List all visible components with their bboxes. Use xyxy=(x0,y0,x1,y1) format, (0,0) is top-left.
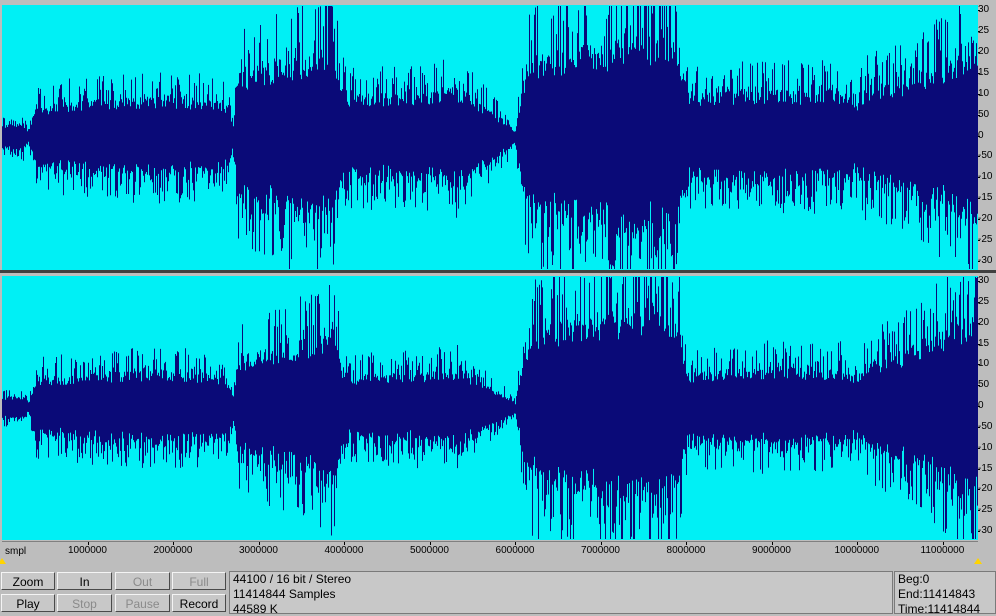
amplitude-tick-label: 10 xyxy=(978,358,990,370)
sample-count-text: 11414844 Samples xyxy=(233,587,336,601)
amplitude-tick-label: 20 xyxy=(978,45,990,57)
amplitude-tick-label: -10 xyxy=(978,171,993,183)
ruler-tick-label: 5000000 xyxy=(410,545,449,556)
record-button[interactable]: Record xyxy=(172,594,226,612)
amplitude-tick-label: 30 xyxy=(978,276,990,286)
zoom-out-button[interactable]: Out xyxy=(115,572,170,590)
amplitude-tick-label: 0 xyxy=(978,129,984,141)
right-channel-amplitude-scale: 30 25 20 15 10 50 0 -50 -10 -15 -20 -25 -30 xyxy=(978,276,996,540)
channel-divider xyxy=(0,270,996,273)
amplitude-tick-label: -20 xyxy=(978,483,993,495)
amplitude-tick-label: -10 xyxy=(978,441,993,453)
control-panel: Zoom In Out Full Play Stop Pause Record … xyxy=(0,571,996,616)
ruler-tick-label: 3000000 xyxy=(239,545,278,556)
ruler-tick-label: 4000000 xyxy=(324,545,364,556)
waveform-display[interactable]: 30 25 20 15 10 50 0 -50 -10 -15 -20 -25 -30 30 25 20 15… xyxy=(0,0,996,543)
zoom-full-button[interactable]: Full xyxy=(172,572,226,590)
right-channel-waveform[interactable] xyxy=(2,276,978,540)
pause-button[interactable]: Pause xyxy=(115,594,170,612)
right-channel-svg xyxy=(2,277,978,539)
amplitude-tick-label: 10 xyxy=(978,87,990,99)
left-channel-svg xyxy=(2,6,978,269)
amplitude-tick-label: 15 xyxy=(978,66,990,78)
ruler-tick-label: 1000000 xyxy=(68,545,107,556)
amplitude-tick-label: -50 xyxy=(978,420,993,432)
ruler-unit-label: smpl xyxy=(5,546,27,557)
amplitude-tick-label: 25 xyxy=(978,24,990,36)
sample-rate-format-text: 44100 / 16 bit / Stereo xyxy=(233,572,352,586)
time-ruler[interactable]: smpl 1000000 2000000 3000000 4000000 5000000… xyxy=(0,541,996,571)
amplitude-tick-label: 50 xyxy=(978,379,990,391)
selection-end-marker[interactable] xyxy=(974,558,982,564)
left-channel-waveform[interactable] xyxy=(2,5,978,270)
ruler-tick-label: 10000000 xyxy=(834,545,880,556)
amplitude-tick-label: 30 xyxy=(978,5,990,15)
ruler-tick-label: 2000000 xyxy=(153,545,193,556)
left-channel-amplitude-scale: 30 25 20 15 10 50 0 -50 -10 -15 -20 -25 -30 xyxy=(978,5,996,270)
amplitude-tick-label: 20 xyxy=(978,316,990,328)
amplitude-tick-label: -30 xyxy=(978,255,993,266)
zoom-in-button[interactable]: In xyxy=(57,572,112,590)
left-channel-trace xyxy=(2,6,978,269)
amplitude-tick-label: 25 xyxy=(978,295,990,307)
ruler-tick-label: 8000000 xyxy=(666,545,706,556)
selection-begin-text: Beg:0 xyxy=(898,572,930,586)
amplitude-tick-label: -15 xyxy=(978,192,993,204)
ruler-tick-label: 11000000 xyxy=(920,545,965,556)
stop-button[interactable]: Stop xyxy=(57,594,112,612)
ruler-baseline xyxy=(2,541,978,542)
amplitude-tick-label: 0 xyxy=(978,400,984,411)
amplitude-tick-label: 50 xyxy=(978,108,990,120)
ruler-tick-label: 7000000 xyxy=(581,545,620,556)
selection-start-marker[interactable] xyxy=(0,558,6,564)
format-info-panel: 44100 / 16 bit / Stereo 11414844 Samples… xyxy=(229,571,893,616)
amplitude-tick-label: -20 xyxy=(978,213,993,225)
amplitude-tick-label: -30 xyxy=(978,525,993,536)
amplitude-tick-label: 15 xyxy=(978,337,990,349)
selection-range-panel: Beg:0 End:11414843 Time:11414844 xyxy=(894,571,996,616)
right-channel-trace xyxy=(2,277,978,539)
zoom-button[interactable]: Zoom xyxy=(1,572,55,590)
audio-editor-window: 30 25 20 15 10 50 0 -50 -10 -15 -20 -25 -30 30 25 20 15… xyxy=(0,0,996,616)
ruler-tick-label: 9000000 xyxy=(752,545,791,556)
play-button[interactable]: Play xyxy=(1,594,55,612)
selection-end-text: End:11414843 xyxy=(898,587,976,601)
ruler-tick-label: 6000000 xyxy=(495,545,535,556)
amplitude-tick-label: -25 xyxy=(978,234,993,246)
amplitude-tick-label: -25 xyxy=(978,504,993,516)
amplitude-tick-label: -15 xyxy=(978,462,993,474)
amplitude-tick-label: -50 xyxy=(978,150,993,162)
